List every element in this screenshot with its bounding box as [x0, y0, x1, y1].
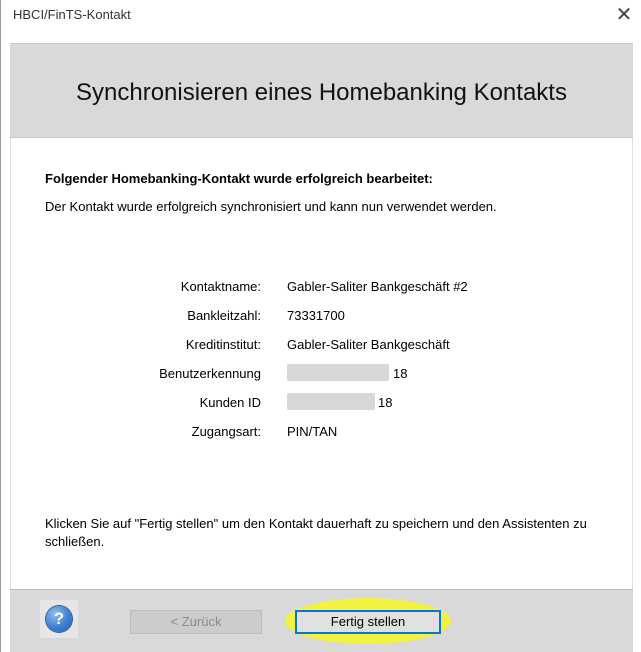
header-band: Synchronisieren eines Homebanking Kontak… — [10, 43, 633, 138]
detail-value: 18 — [378, 395, 393, 410]
close-icon[interactable]: ✕ — [607, 0, 641, 30]
detail-value: PIN/TAN — [287, 424, 338, 439]
detail-row-bankleitzahl: Bankleitzahl: 73331700 — [71, 308, 571, 337]
detail-value: Gabler-Saliter Bankgeschäft #2 — [287, 279, 468, 294]
redaction-mask — [287, 364, 389, 381]
title-bar: HBCI/FinTS-Kontakt ✕ — [1, 0, 641, 30]
detail-label: Benutzerkennung — [159, 366, 261, 381]
back-button: < Zurück — [130, 610, 262, 634]
page-title: Synchronisieren eines Homebanking Kontak… — [76, 79, 567, 106]
redaction-mask — [287, 393, 375, 410]
detail-value: 18 — [393, 366, 408, 381]
detail-label: Kunden ID — [199, 395, 261, 410]
success-heading: Folgender Homebanking-Kontakt wurde erfo… — [45, 171, 433, 186]
detail-value: 73331700 — [287, 308, 345, 323]
window-title: HBCI/FinTS-Kontakt — [13, 7, 131, 22]
detail-row-kunden-id: Kunden ID 18 — [71, 393, 571, 424]
detail-row-benutzerkennung: Benutzerkennung 18 — [71, 364, 571, 395]
detail-label: Bankleitzahl: — [187, 308, 261, 323]
help-icon: ? — [46, 606, 72, 632]
detail-row-kontaktname: Kontaktname: Gabler-Saliter Bankgeschäft… — [71, 279, 571, 308]
finish-button[interactable]: Fertig stellen — [295, 610, 441, 634]
instruction-text: Klicken Sie auf "Fertig stellen" um den … — [45, 516, 587, 549]
success-message: Der Kontakt wurde erfolgreich synchronis… — [45, 199, 497, 214]
detail-label: Kreditinstitut: — [185, 337, 261, 352]
contact-details: Kontaktname: Gabler-Saliter Bankgeschäft… — [71, 279, 571, 453]
detail-label: Zugangsart: — [191, 424, 261, 439]
help-button[interactable]: ? — [40, 600, 78, 638]
button-bar: ? < Zurück Fertig stellen — [10, 589, 633, 652]
content-panel: Folgender Homebanking-Kontakt wurde erfo… — [10, 138, 633, 589]
detail-row-kreditinstitut: Kreditinstitut: Gabler-Saliter Bankgesch… — [71, 337, 571, 366]
detail-row-zugangsart: Zugangsart: PIN/TAN — [71, 424, 571, 453]
detail-value: Gabler-Saliter Bankgeschäft — [287, 337, 450, 352]
dialog-window: HBCI/FinTS-Kontakt ✕ Synchronisieren ein… — [0, 0, 641, 652]
detail-label: Kontaktname: — [180, 279, 261, 294]
